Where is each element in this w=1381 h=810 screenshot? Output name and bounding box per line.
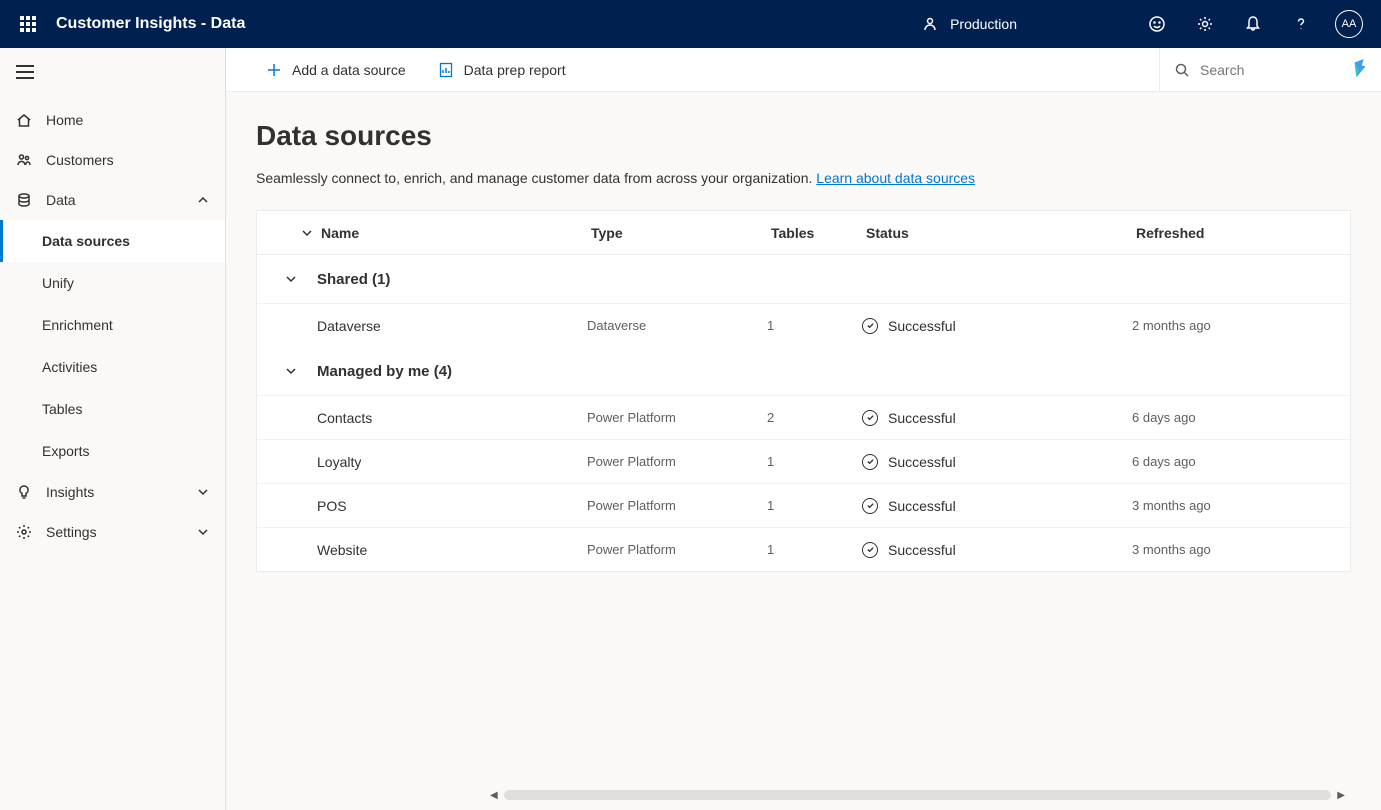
environment-name: Production: [950, 16, 1017, 32]
header-bar: Customer Insights - Data Production AA: [0, 0, 1381, 48]
data-sources-table: Name Type Tables Status Refreshed Shared…: [256, 210, 1351, 572]
scroll-right-icon[interactable]: ▶: [1337, 790, 1345, 801]
column-refreshed[interactable]: Refreshed: [1132, 225, 1302, 241]
feedback-icon[interactable]: [1137, 0, 1177, 48]
nav-activities[interactable]: Activities: [0, 346, 225, 388]
column-status[interactable]: Status: [862, 225, 1132, 241]
copilot-icon[interactable]: [1339, 59, 1381, 81]
search-icon: [1174, 62, 1190, 78]
nav-enrichment[interactable]: Enrichment: [0, 304, 225, 346]
check-icon: [862, 498, 878, 514]
group-row[interactable]: Managed by me (4): [257, 347, 1350, 395]
page-description: Seamlessly connect to, enrich, and manag…: [256, 170, 1351, 186]
notifications-bell-icon[interactable]: [1233, 0, 1273, 48]
nav-exports[interactable]: Exports: [0, 430, 225, 472]
status-badge: Successful: [862, 498, 1132, 514]
app-title: Customer Insights - Data: [56, 15, 922, 33]
toolbar: Add a data source Data prep report: [226, 48, 1381, 92]
environment-picker[interactable]: Production: [922, 16, 1017, 32]
nav-tables[interactable]: Tables: [0, 388, 225, 430]
table-row[interactable]: POS Power Platform 1 Successful 3 months…: [257, 483, 1350, 527]
nav-settings[interactable]: Settings: [0, 512, 225, 552]
hamburger-icon[interactable]: [16, 65, 34, 79]
chevron-down-icon: [197, 526, 209, 538]
sidebar: Home Customers Data Data sources Unify E…: [0, 48, 226, 810]
home-icon: [16, 112, 32, 128]
status-badge: Successful: [862, 454, 1132, 470]
report-icon: [438, 62, 454, 78]
data-icon: [16, 192, 32, 208]
chevron-down-icon[interactable]: [301, 227, 313, 239]
nav-unify[interactable]: Unify: [0, 262, 225, 304]
column-type[interactable]: Type: [587, 225, 767, 241]
check-icon: [862, 318, 878, 334]
settings-gear-icon[interactable]: [1185, 0, 1225, 48]
nav-home-label: Home: [46, 112, 83, 128]
status-badge: Successful: [862, 410, 1132, 426]
app-launcher-icon[interactable]: [8, 0, 48, 48]
chevron-up-icon: [197, 194, 209, 206]
learn-link[interactable]: Learn about data sources: [816, 170, 975, 186]
table-row[interactable]: Dataverse Dataverse 1 Successful 2 month…: [257, 303, 1350, 347]
main-content: Add a data source Data prep report Data …: [226, 48, 1381, 810]
column-tables[interactable]: Tables: [767, 225, 862, 241]
customers-icon: [16, 152, 32, 168]
nav-data-sources[interactable]: Data sources: [0, 220, 225, 262]
table-row[interactable]: Website Power Platform 1 Successful 3 mo…: [257, 527, 1350, 571]
plus-icon: [266, 62, 282, 78]
data-prep-report-button[interactable]: Data prep report: [428, 56, 576, 84]
table-row[interactable]: Loyalty Power Platform 1 Successful 6 da…: [257, 439, 1350, 483]
user-avatar[interactable]: AA: [1329, 0, 1369, 48]
horizontal-scrollbar[interactable]: ◀ ▶: [490, 788, 1345, 802]
environment-icon: [922, 16, 938, 32]
table-row[interactable]: Contacts Power Platform 2 Successful 6 d…: [257, 395, 1350, 439]
search-box[interactable]: [1159, 48, 1339, 92]
settings-icon: [16, 524, 32, 540]
insights-icon: [16, 484, 32, 500]
check-icon: [862, 410, 878, 426]
add-data-source-button[interactable]: Add a data source: [256, 56, 416, 84]
nav-insights[interactable]: Insights: [0, 472, 225, 512]
check-icon: [862, 542, 878, 558]
status-badge: Successful: [862, 542, 1132, 558]
nav-home[interactable]: Home: [0, 100, 225, 140]
chevron-down-icon: [197, 486, 209, 498]
nav-data-label: Data: [46, 192, 76, 208]
table-header: Name Type Tables Status Refreshed: [257, 211, 1350, 255]
help-icon[interactable]: [1281, 0, 1321, 48]
nav-insights-label: Insights: [46, 484, 94, 500]
avatar-initials: AA: [1335, 10, 1363, 38]
header-actions: AA: [1137, 0, 1369, 48]
nav-settings-label: Settings: [46, 524, 97, 540]
status-badge: Successful: [862, 318, 1132, 334]
check-icon: [862, 454, 878, 470]
group-row[interactable]: Shared (1): [257, 255, 1350, 303]
nav-data[interactable]: Data: [0, 180, 225, 220]
chevron-down-icon[interactable]: [285, 365, 297, 377]
column-name[interactable]: Name: [317, 225, 587, 241]
chevron-down-icon[interactable]: [285, 273, 297, 285]
nav-customers[interactable]: Customers: [0, 140, 225, 180]
scroll-left-icon[interactable]: ◀: [490, 790, 498, 801]
search-input[interactable]: [1200, 62, 1310, 78]
page-title: Data sources: [256, 120, 1351, 152]
nav-customers-label: Customers: [46, 152, 114, 168]
